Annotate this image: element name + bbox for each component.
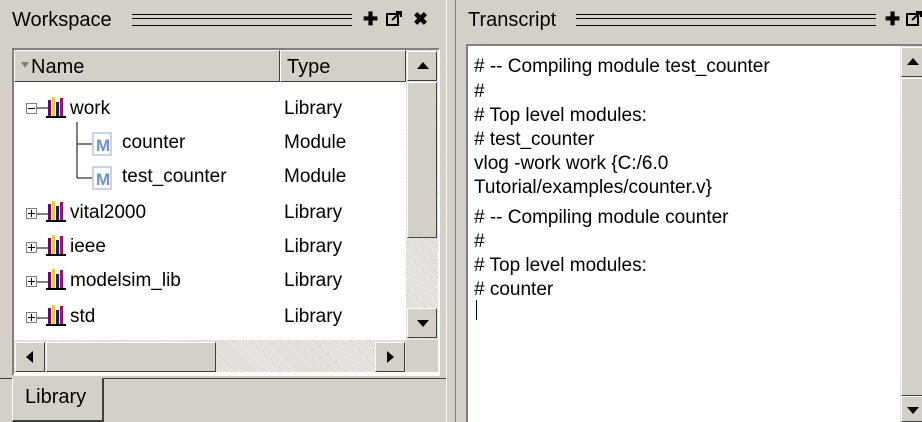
- expand-icon[interactable]: [26, 276, 37, 287]
- transcript-line: #: [474, 231, 485, 252]
- scroll-corner: [406, 340, 438, 372]
- item-type: Library: [284, 202, 343, 223]
- library-icon: [46, 305, 66, 326]
- item-name: vital2000: [70, 202, 147, 223]
- library-icon: [46, 269, 66, 290]
- transcript-console[interactable]: # -- Compiling module test_counter # # T…: [466, 44, 922, 422]
- scroll-up-button[interactable]: [407, 51, 437, 81]
- item-type: Library: [284, 236, 343, 257]
- item-name: modelsim_lib: [70, 270, 181, 291]
- column-header-type[interactable]: Type: [280, 50, 406, 82]
- list-item-work[interactable]: work Library: [14, 94, 406, 128]
- item-name: std: [70, 306, 96, 327]
- transcript-line: # counter: [474, 279, 554, 300]
- transcript-pane: Transcript ✚ # -- Compiling module test_…: [456, 0, 922, 422]
- item-name: counter: [122, 132, 186, 153]
- workspace-titlebar[interactable]: Workspace ✚ ✖: [0, 0, 446, 40]
- list-item-counter[interactable]: M counter Module: [14, 128, 406, 162]
- workspace-pane: Workspace ✚ ✖ Name Type work Library M c…: [0, 0, 446, 422]
- scroll-left-button[interactable]: [15, 342, 45, 372]
- list-item-ieee[interactable]: ieee Library: [14, 232, 406, 266]
- tab-library[interactable]: Library: [12, 378, 104, 422]
- item-name: test_counter: [122, 166, 227, 187]
- item-type: Library: [284, 270, 343, 291]
- item-type: Library: [284, 306, 343, 327]
- transcript-line: # -- Compiling module test_counter: [474, 56, 770, 77]
- module-icon: M: [92, 132, 112, 156]
- transcript-scroll-down-button[interactable]: [901, 396, 922, 422]
- close-icon[interactable]: ✖: [412, 10, 429, 28]
- list-item-vital2000[interactable]: vital2000 Library: [14, 198, 406, 232]
- item-type: Library: [284, 98, 343, 119]
- drag-grip[interactable]: [132, 14, 352, 26]
- pin-icon[interactable]: ✚: [362, 10, 379, 28]
- pane-splitter[interactable]: [446, 0, 456, 422]
- text-cursor: [476, 300, 477, 320]
- item-type: Module: [284, 132, 347, 153]
- list-item-std[interactable]: std Library: [14, 302, 406, 336]
- list-item-modelsim-lib[interactable]: modelsim_lib Library: [14, 266, 406, 300]
- transcript-line: vlog -work work {C:/6.0: [474, 153, 669, 174]
- undock-icon[interactable]: [386, 10, 403, 28]
- scroll-down-button[interactable]: [407, 308, 437, 338]
- svg-text:M: M: [96, 170, 110, 189]
- item-name: work: [70, 98, 111, 119]
- svg-text:M: M: [96, 136, 110, 155]
- transcript-line: # Top level modules:: [474, 255, 647, 276]
- transcript-titlebar[interactable]: Transcript ✚: [456, 0, 922, 40]
- transcript-line: #: [474, 81, 485, 102]
- column-header-name[interactable]: Name: [14, 50, 280, 82]
- transcript-title: Transcript: [468, 9, 557, 31]
- transcript-line: # Top level modules:: [474, 105, 647, 126]
- module-icon: M: [92, 166, 112, 190]
- item-type: Module: [284, 166, 347, 187]
- library-tree: Name Type work Library M counter Module …: [12, 48, 440, 376]
- transcript-line: Tutorial/examples/counter.v}: [474, 177, 712, 198]
- library-icon: [46, 235, 66, 256]
- transcript-scroll-thumb[interactable]: [901, 78, 922, 396]
- drag-grip[interactable]: [576, 14, 876, 26]
- library-icon: [46, 97, 66, 118]
- pin-icon[interactable]: ✚: [884, 10, 901, 28]
- sort-icon: [21, 62, 29, 68]
- transcript-line: # -- Compiling module counter: [474, 207, 729, 228]
- expand-icon[interactable]: [26, 208, 37, 219]
- horizontal-scroll-thumb[interactable]: [46, 342, 216, 372]
- workspace-title: Workspace: [12, 9, 112, 31]
- item-name: ieee: [70, 236, 106, 257]
- list-item-test-counter[interactable]: M test_counter Module: [14, 162, 406, 196]
- transcript-line: # test_counter: [474, 129, 595, 150]
- collapse-icon[interactable]: [26, 103, 37, 114]
- transcript-scroll-up-button[interactable]: [901, 47, 922, 77]
- vertical-scroll-thumb[interactable]: [407, 82, 437, 238]
- library-icon: [46, 201, 66, 222]
- expand-icon[interactable]: [26, 242, 37, 253]
- expand-icon[interactable]: [26, 312, 37, 323]
- scroll-right-button[interactable]: [375, 342, 405, 372]
- undock-icon[interactable]: [906, 10, 922, 28]
